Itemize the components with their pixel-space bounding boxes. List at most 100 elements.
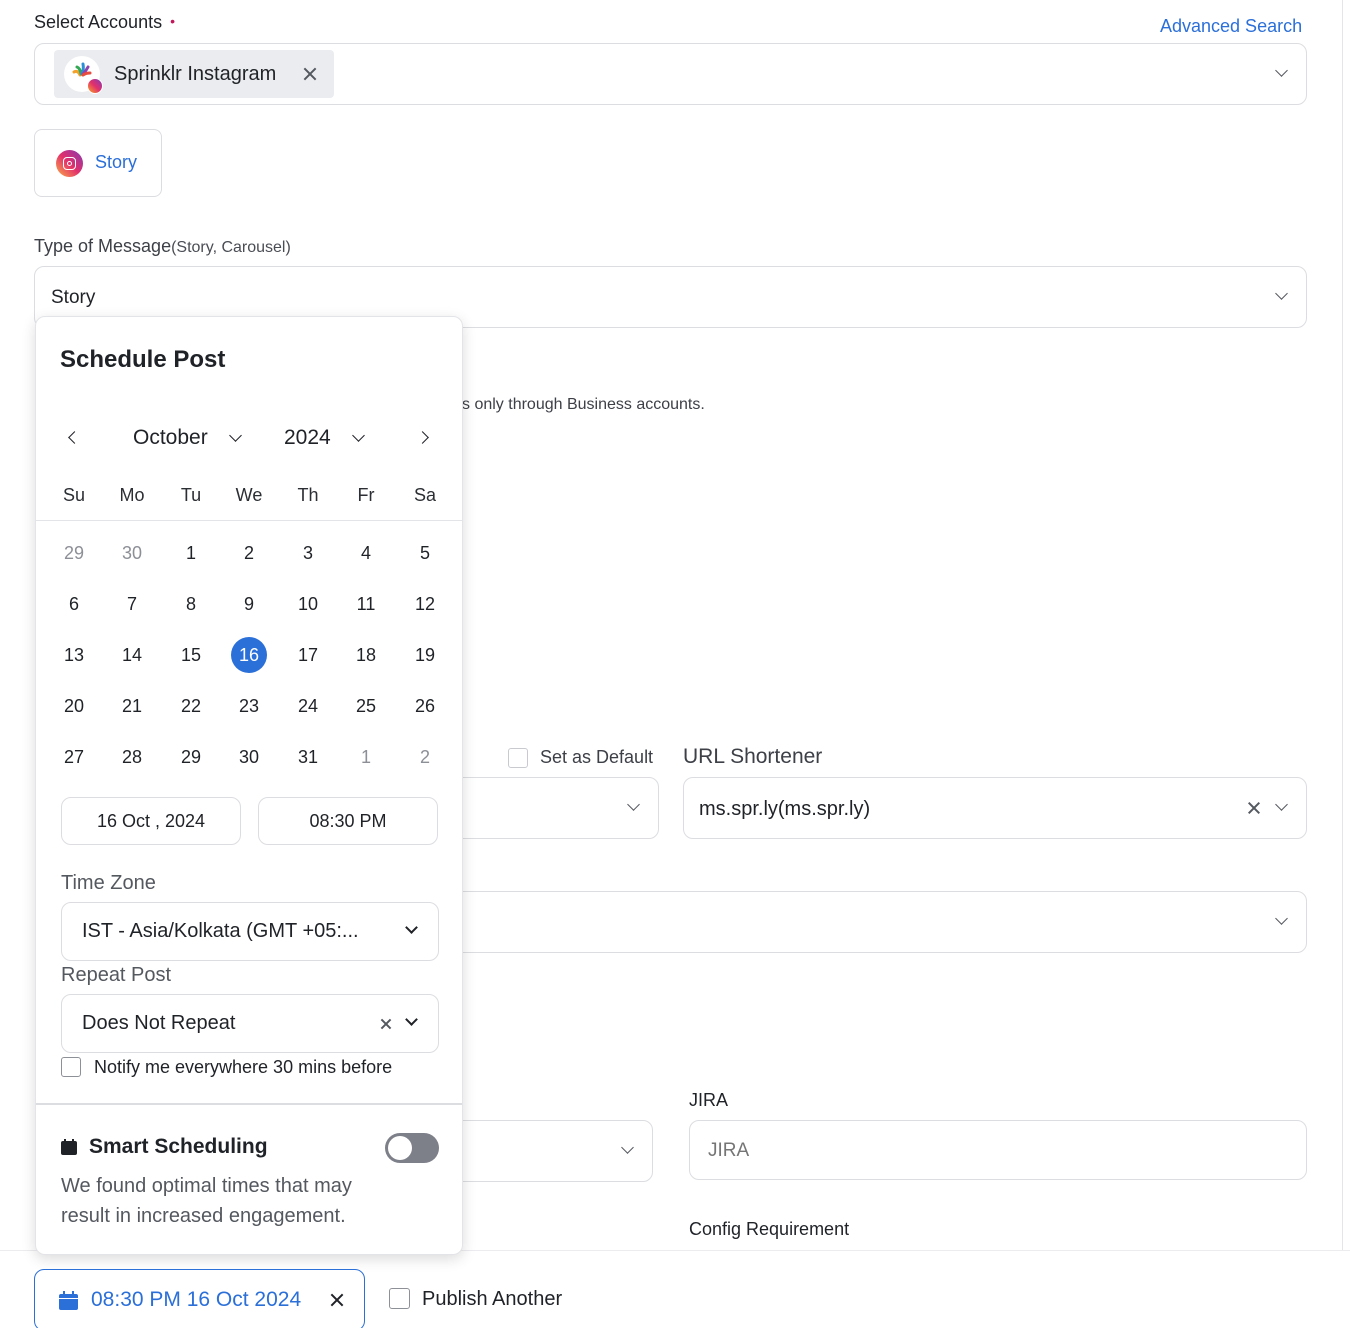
post-type-story-button[interactable]: Story (34, 129, 162, 197)
calendar-day[interactable]: 13 (56, 637, 92, 673)
scrollbar-track[interactable] (1342, 0, 1343, 1250)
time-input[interactable]: 08:30 PM (258, 797, 438, 845)
date-input[interactable]: 16 Oct , 2024 (61, 797, 241, 845)
time-zone-value: IST - Asia/Kolkata (GMT +05:... (82, 920, 359, 942)
calendar-day[interactable]: 9 (231, 586, 267, 622)
calendar-day[interactable]: 4 (348, 535, 384, 571)
toggle-knob (388, 1136, 412, 1160)
chevron-down-icon[interactable] (405, 921, 418, 934)
calendar-day[interactable]: 22 (173, 688, 209, 724)
calendar-day[interactable]: 1 (173, 535, 209, 571)
weekday-label: We (235, 485, 263, 505)
month-value: October (133, 426, 208, 449)
chevron-down-icon[interactable] (1275, 287, 1288, 300)
month-chevron-down-icon[interactable] (229, 429, 242, 442)
calendar-icon (59, 1291, 78, 1310)
notify-checkbox[interactable] (61, 1057, 81, 1077)
calendar-day[interactable]: 14 (114, 637, 150, 673)
repeat-post-label: Repeat Post (61, 964, 172, 986)
required-marker: • (170, 13, 175, 29)
scheduled-time-label: 08:30 PM 16 Oct 2024 (91, 1288, 302, 1311)
url-shortener-label: URL Shortener (683, 745, 823, 768)
chevron-down-icon[interactable] (405, 1013, 418, 1026)
publish-another-label: Publish Another (422, 1288, 563, 1310)
weekday-label: Su (62, 485, 86, 505)
schedule-post-title: Schedule Post (60, 346, 226, 373)
year-select[interactable]: 2024 (284, 426, 331, 450)
year-chevron-down-icon[interactable] (352, 429, 365, 442)
repeat-post-select[interactable]: Does Not Repeat (61, 994, 439, 1053)
time-zone-label: Time Zone (61, 872, 156, 894)
clear-repeat-icon[interactable] (379, 1017, 392, 1030)
smart-scheduling-toggle[interactable] (385, 1133, 439, 1163)
calendar-day[interactable]: 25 (348, 688, 384, 724)
advanced-search-link[interactable]: Advanced Search (1160, 16, 1302, 37)
calendar-day-selected[interactable]: 16 (231, 637, 267, 673)
calendar-day[interactable]: 26 (407, 688, 443, 724)
month-select[interactable]: October (133, 426, 208, 450)
previous-month-button[interactable] (68, 431, 81, 444)
weekday-label: Fr (357, 485, 375, 505)
calendar-day[interactable]: 11 (348, 586, 384, 622)
calendar-day[interactable]: 3 (290, 535, 326, 571)
set-as-default-label: Set as Default (540, 747, 654, 767)
accounts-select[interactable]: Sprinklr Instagram (34, 43, 1307, 105)
time-zone-select[interactable]: IST - Asia/Kolkata (GMT +05:... (61, 902, 439, 961)
clear-schedule-icon[interactable] (329, 1292, 345, 1308)
calendar-day[interactable]: 23 (231, 688, 267, 724)
year-value: 2024 (284, 426, 331, 449)
publish-another-checkbox[interactable] (389, 1288, 410, 1309)
weekday-label: Sa (413, 485, 437, 505)
instagram-badge-icon (87, 78, 103, 94)
select-accounts-label: Select Accounts • (34, 12, 175, 33)
instagram-icon (56, 150, 83, 177)
chevron-down-icon[interactable] (627, 798, 640, 811)
chevron-down-icon[interactable] (1275, 798, 1288, 811)
smart-scheduling-description-2: result in increased engagement. (61, 1205, 346, 1227)
type-of-message-label-text: Type of Message (34, 236, 172, 256)
calendar-day[interactable]: 20 (56, 688, 92, 724)
smart-scheduling-divider (36, 1103, 462, 1105)
calendar-day[interactable]: 29 (173, 739, 209, 775)
calendar-day[interactable]: 17 (290, 637, 326, 673)
type-of-message-value: Story (51, 287, 96, 308)
schedule-post-popup: Schedule Post October 2024 Su Mo Tu We Th Fr S… (35, 316, 463, 1255)
calendar-day[interactable]: 15 (173, 637, 209, 673)
chevron-down-icon[interactable] (1275, 912, 1288, 925)
calendar-day[interactable]: 30 (231, 739, 267, 775)
calendar-day[interactable]: 31 (290, 739, 326, 775)
calendar-day[interactable]: 1 (348, 739, 384, 775)
calendar-day[interactable]: 24 (290, 688, 326, 724)
calendar-day[interactable]: 7 (114, 586, 150, 622)
calendar-day[interactable]: 8 (173, 586, 209, 622)
clear-url-shortener-icon[interactable] (1246, 800, 1261, 815)
url-shortener-select[interactable]: ms.spr.ly(ms.spr.ly) (683, 777, 1307, 839)
chevron-down-icon[interactable] (1275, 64, 1288, 77)
next-month-button[interactable] (416, 431, 429, 444)
scheduled-time-chip[interactable]: 08:30 PM 16 Oct 2024 (34, 1269, 365, 1328)
chevron-down-icon[interactable] (621, 1141, 634, 1154)
calendar-icon (61, 1139, 77, 1155)
calendar-day[interactable]: 5 (407, 535, 443, 571)
calendar-day[interactable]: 18 (348, 637, 384, 673)
calendar-day[interactable]: 12 (407, 586, 443, 622)
calendar-day[interactable]: 28 (114, 739, 150, 775)
calendar-day[interactable]: 29 (56, 535, 92, 571)
set-as-default-checkbox[interactable] (508, 748, 528, 768)
calendar-day[interactable]: 2 (407, 739, 443, 775)
wide-select[interactable] (380, 891, 1307, 953)
calendar-divider (36, 520, 462, 521)
jira-input[interactable] (708, 1137, 1268, 1165)
calendar-day[interactable]: 27 (56, 739, 92, 775)
smart-scheduling-description-1: We found optimal times that may (61, 1175, 352, 1197)
notify-label: Notify me everywhere 30 mins before (94, 1057, 393, 1077)
calendar-day[interactable]: 19 (407, 637, 443, 673)
weekday-label: Tu (180, 485, 202, 505)
remove-account-icon[interactable] (302, 66, 318, 82)
calendar-day[interactable]: 6 (56, 586, 92, 622)
calendar-day[interactable]: 10 (290, 586, 326, 622)
account-chip: Sprinklr Instagram (54, 50, 334, 98)
calendar-day[interactable]: 2 (231, 535, 267, 571)
calendar-day[interactable]: 21 (114, 688, 150, 724)
calendar-day[interactable]: 30 (114, 535, 150, 571)
